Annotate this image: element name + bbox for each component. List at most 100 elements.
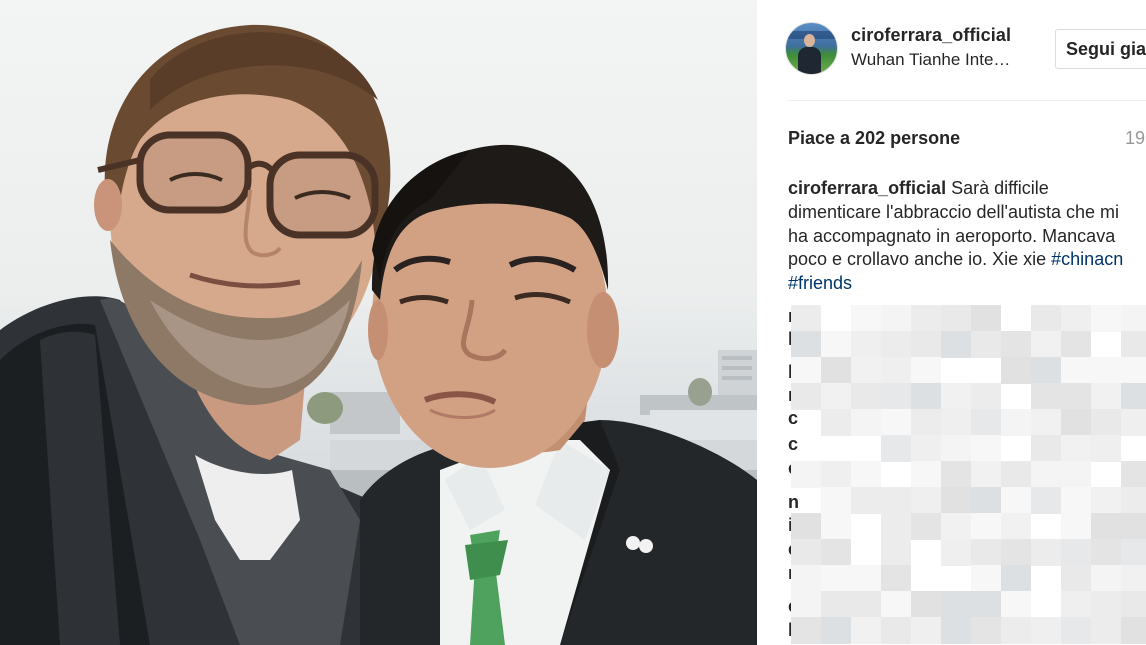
- pixel-block: [1061, 461, 1091, 488]
- pixel-block: [821, 565, 851, 592]
- pixel-block: [1121, 383, 1146, 410]
- pixel-block: [791, 591, 821, 618]
- selfie-illustration: [0, 24, 757, 645]
- pixel-block: [911, 487, 941, 514]
- pixel-block: [821, 487, 851, 514]
- post-caption: ciroferrara_official Sarà difficile dime…: [788, 177, 1138, 296]
- pixel-block: [1061, 487, 1091, 514]
- pixel-block: [851, 331, 881, 358]
- hashtag-friends[interactable]: #friends: [788, 273, 852, 293]
- pixel-block: [1001, 591, 1031, 618]
- pixel-block: [941, 383, 971, 410]
- pixel-block: [1031, 461, 1061, 488]
- pixel-block: [941, 539, 971, 566]
- pixel-block: [1061, 305, 1091, 332]
- pixel-block: [971, 487, 1001, 514]
- hashtag-chinacn[interactable]: #chinacn: [1051, 249, 1123, 269]
- pixel-block: [971, 409, 1001, 436]
- pixel-block: [1121, 357, 1146, 384]
- pixel-block: [1001, 331, 1031, 358]
- pixel-block: [941, 487, 971, 514]
- post-username[interactable]: ciroferrara_official: [851, 25, 1011, 46]
- pixel-block: [1031, 357, 1061, 384]
- instagram-post-page: ciroferrara_official Wuhan Tianhe Inte… …: [0, 0, 1146, 645]
- pixel-block: [1121, 539, 1146, 566]
- pixel-block: [1091, 357, 1121, 384]
- pixel-block: [851, 305, 881, 332]
- pixel-block: [881, 617, 911, 644]
- pixel-block: [881, 409, 911, 436]
- pixel-block: [911, 461, 941, 488]
- pixel-block: [791, 305, 821, 332]
- likes-count[interactable]: Piace a 202 persone: [788, 128, 960, 149]
- pixel-block: [1001, 487, 1031, 514]
- pixel-block: [791, 565, 821, 592]
- pixel-block: [1061, 383, 1091, 410]
- pixel-block: [1121, 565, 1146, 592]
- pixel-block: [941, 513, 971, 540]
- pixel-block: [791, 513, 821, 540]
- comments-list: n l b n c c c n i e n c l: [757, 300, 1146, 645]
- pixel-block: [1031, 305, 1061, 332]
- pixel-block: [1061, 565, 1091, 592]
- pixel-block: [1001, 539, 1031, 566]
- pixel-block: [1121, 461, 1146, 488]
- pixel-block: [821, 331, 851, 358]
- pixel-block: [851, 461, 881, 488]
- pixel-block: [1121, 591, 1146, 618]
- pixel-block: [1091, 305, 1121, 332]
- pixel-block: [941, 617, 971, 644]
- pixel-block: [971, 513, 1001, 540]
- pixel-block: [1031, 539, 1061, 566]
- pixel-block: [791, 539, 821, 566]
- pixel-block: [881, 383, 911, 410]
- pixel-block: [1091, 591, 1121, 618]
- pixel-block: [911, 513, 941, 540]
- pixel-block: [1091, 383, 1121, 410]
- pixel-block: [881, 357, 911, 384]
- pixel-block: [971, 331, 1001, 358]
- pixel-block: [1061, 409, 1091, 436]
- pixel-block: [971, 565, 1001, 592]
- pixel-block: [911, 591, 941, 618]
- pixel-block: [1091, 617, 1121, 644]
- pixel-block: [1121, 617, 1146, 644]
- pixel-block: [1031, 617, 1061, 644]
- pixel-block: [941, 305, 971, 332]
- post-header: ciroferrara_official Wuhan Tianhe Inte… …: [757, 0, 1146, 100]
- pixel-block: [821, 617, 851, 644]
- pixel-block: [941, 591, 971, 618]
- post-location[interactable]: Wuhan Tianhe Inte…: [851, 50, 1010, 70]
- pixel-block: [881, 591, 911, 618]
- pixel-block: [1061, 513, 1091, 540]
- pixel-block: [1031, 487, 1061, 514]
- pixel-block: [941, 461, 971, 488]
- pixel-block: [911, 617, 941, 644]
- pixel-block: [941, 331, 971, 358]
- caption-username[interactable]: ciroferrara_official: [788, 178, 946, 198]
- pixel-block: [1031, 435, 1061, 462]
- pixel-block: [791, 383, 821, 410]
- pixel-block: [881, 305, 911, 332]
- pixel-block: [1001, 513, 1031, 540]
- pixel-block: [911, 331, 941, 358]
- pixel-block: [851, 357, 881, 384]
- pixel-block: [1091, 513, 1121, 540]
- pixel-block: [941, 435, 971, 462]
- follow-button[interactable]: Segui gia: [1055, 29, 1146, 69]
- pixel-block: [881, 565, 911, 592]
- pixel-block: [971, 617, 1001, 644]
- pixel-block: [941, 409, 971, 436]
- pixel-block: [1121, 331, 1146, 358]
- pixel-block: [821, 591, 851, 618]
- pixel-block: [821, 357, 851, 384]
- pixel-block: [1121, 513, 1146, 540]
- avatar[interactable]: [785, 22, 838, 75]
- pixel-block: [971, 539, 1001, 566]
- post-photo[interactable]: [0, 0, 757, 645]
- pixel-block: [881, 435, 911, 462]
- pixel-block: [791, 357, 821, 384]
- pixel-block: [1061, 435, 1091, 462]
- post-time[interactable]: 19: [1125, 128, 1145, 149]
- pixel-block: [821, 461, 851, 488]
